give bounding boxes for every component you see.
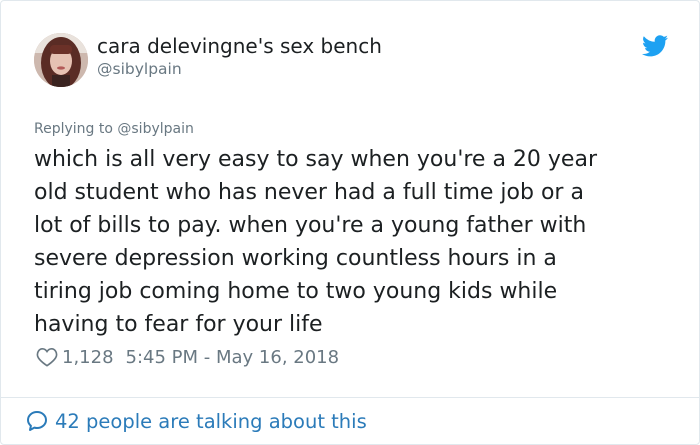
replying-to: Replying to @sibylpain xyxy=(34,121,194,137)
avatar[interactable] xyxy=(34,33,88,87)
avatar-photo xyxy=(34,33,88,87)
replying-prefix: Replying to xyxy=(34,121,118,137)
divider xyxy=(1,397,699,398)
talking-text: 42 people are talking about this xyxy=(55,409,367,433)
speech-bubble-icon xyxy=(27,411,47,431)
display-name[interactable]: cara delevingne's sex bench xyxy=(97,34,382,58)
tweet-card: cara delevingne's sex bench @sibylpain R… xyxy=(0,0,700,445)
twitter-bird-icon[interactable] xyxy=(642,35,668,57)
timestamp[interactable]: 5:45 PM - May 16, 2018 xyxy=(126,347,340,368)
tweet-text: which is all very easy to say when you'r… xyxy=(34,147,597,337)
heart-icon[interactable] xyxy=(36,347,58,367)
tweet-meta: 1,128 5:45 PM - May 16, 2018 xyxy=(34,345,339,369)
like-count[interactable]: 1,128 xyxy=(62,347,114,368)
conversation-link[interactable]: 42 people are talking about this xyxy=(25,407,367,435)
user-handle[interactable]: @sibylpain xyxy=(97,60,182,78)
replying-to-link[interactable]: @sibylpain xyxy=(117,121,193,137)
